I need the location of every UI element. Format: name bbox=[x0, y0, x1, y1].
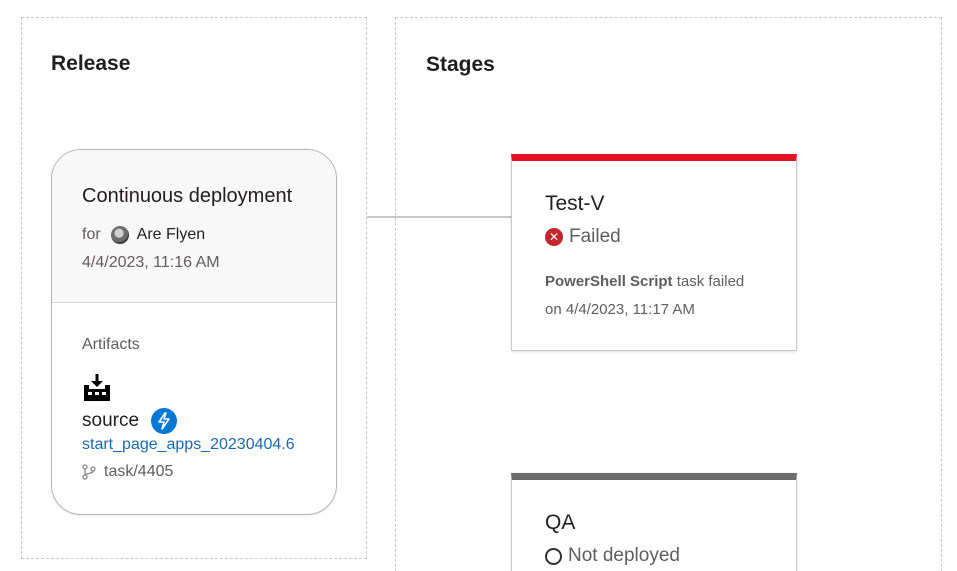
pipeline-connector bbox=[367, 216, 512, 218]
status-text: Not deployed bbox=[568, 545, 680, 566]
task-failure-line: PowerShell Script task failed bbox=[545, 273, 744, 290]
stage-name: QA bbox=[545, 511, 576, 534]
stage-card-qa[interactable]: QA Not deployed bbox=[511, 473, 797, 571]
avatar bbox=[110, 226, 129, 244]
trigger-date: 4/4/2023, 11:16 AM bbox=[82, 254, 220, 271]
build-artifact-icon bbox=[82, 373, 112, 403]
trigger-for-row: for Are Flyen bbox=[82, 226, 205, 244]
release-card[interactable]: Continuous deployment for Are Flyen 4/4/… bbox=[51, 149, 337, 515]
empty-circle-icon bbox=[545, 547, 562, 565]
release-heading: Release bbox=[51, 52, 131, 75]
branch-icon bbox=[82, 464, 96, 480]
stages-heading: Stages bbox=[426, 53, 495, 76]
task-name: PowerShell Script bbox=[545, 273, 673, 290]
stage-name: Test-V bbox=[545, 192, 605, 215]
task-date: on 4/4/2023, 11:17 AM bbox=[545, 301, 695, 318]
artifact-source-name: source bbox=[82, 410, 140, 431]
trigger-user: Are Flyen bbox=[136, 226, 206, 243]
task-suffix: task failed bbox=[672, 273, 745, 290]
artifacts-label: Artifacts bbox=[82, 336, 140, 353]
release-pipeline-view: Release Stages Continuous deployment for… bbox=[0, 0, 957, 571]
for-label: for bbox=[82, 226, 101, 243]
branch-row: task/4405 bbox=[82, 463, 173, 481]
stage-status: ✕ Failed bbox=[545, 226, 621, 248]
branch-name: task/4405 bbox=[104, 463, 174, 480]
lightning-bolt-icon bbox=[151, 408, 178, 434]
artifact-source-row: source bbox=[82, 408, 178, 434]
trigger-section: Continuous deployment for Are Flyen 4/4/… bbox=[52, 150, 336, 303]
failed-x-icon: ✕ bbox=[545, 228, 563, 246]
stage-card-test-v[interactable]: Test-V ✕ Failed PowerShell Script task f… bbox=[511, 154, 797, 351]
build-link[interactable]: start_page_apps_20230404.6 bbox=[82, 436, 295, 454]
trigger-title: Continuous deployment bbox=[82, 185, 293, 207]
stage-status: Not deployed bbox=[545, 545, 680, 567]
status-text: Failed bbox=[569, 226, 621, 247]
